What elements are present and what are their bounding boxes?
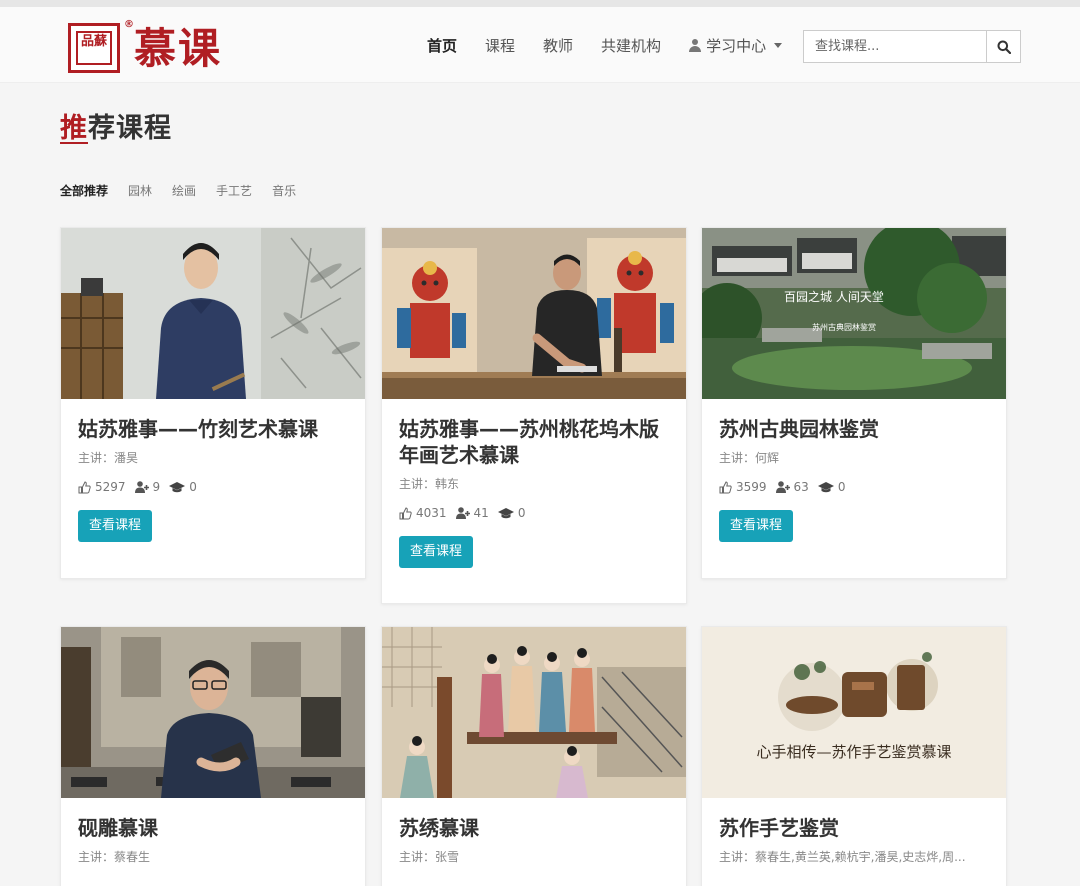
course-card[interactable]: 姑苏雅事——苏州桃花坞木版年画艺术慕课 主讲：韩东 4031 41 0 查看课程: [381, 227, 687, 604]
section-title-first-char: 推: [60, 113, 88, 144]
site-header: 品蘇 ® 慕课 首页 课程 教师 共建机构 学习中心: [0, 7, 1080, 83]
course-card[interactable]: 百园之城 人间天堂 苏州古典园林鉴赏 苏州古典园林鉴赏 主讲：何辉 3599 6…: [701, 227, 1007, 579]
site-logo[interactable]: 品蘇 ® 慕课: [68, 19, 228, 75]
logo-title: 慕课: [134, 24, 223, 73]
graduates-count: 0: [517, 506, 526, 520]
views-count: 3599: [736, 480, 767, 494]
students-stat: 41: [455, 506, 489, 520]
nav-teachers[interactable]: 教师: [543, 36, 573, 56]
course-title[interactable]: 姑苏雅事——竹刻艺术慕课: [61, 399, 365, 442]
user-icon: [689, 39, 702, 52]
course-title[interactable]: 姑苏雅事——苏州桃花坞木版年画艺术慕课: [382, 399, 686, 468]
search-input[interactable]: [804, 31, 986, 62]
views-count: 4031: [416, 506, 447, 520]
course-stats: 3599 63 0: [702, 466, 1006, 494]
course-card[interactable]: 心手相传—苏作手艺鉴赏慕课 苏作手艺鉴赏 主讲：蔡春生,黄兰英,赖杭宇,潘昊,史…: [701, 626, 1007, 886]
view-course-button[interactable]: 查看课程: [399, 536, 474, 568]
garden-image-text-1: 百园之城 人间天堂: [784, 290, 884, 304]
thumbs-up-icon: [78, 480, 91, 493]
course-card[interactable]: 姑苏雅事——竹刻艺术慕课 主讲：潘昊 5297 9 0 查看课程: [60, 227, 366, 579]
course-card[interactable]: 砚雕慕课 主讲：蔡春生: [60, 626, 366, 886]
nav-partners[interactable]: 共建机构: [601, 36, 661, 56]
course-teacher: 主讲：韩东: [399, 477, 460, 491]
students-count: 9: [152, 480, 161, 494]
graduates-stat: 0: [169, 480, 197, 494]
user-plus-icon: [455, 507, 470, 519]
course-teacher: 主讲：张雪: [399, 850, 460, 864]
course-title[interactable]: 苏绣慕课: [382, 798, 686, 841]
views-count: 5297: [95, 480, 126, 494]
nav-learning-center-dropdown[interactable]: 学习中心: [689, 35, 783, 56]
main-nav: 首页 课程 教师 共建机构 学习中心: [427, 35, 783, 56]
graduation-cap-icon: [497, 507, 514, 518]
logo-seal-text: 品蘇: [76, 31, 112, 65]
filter-painting[interactable]: 绘画: [172, 182, 196, 199]
students-count: 41: [473, 506, 489, 520]
graduation-cap-icon: [169, 481, 186, 492]
filter-handicraft[interactable]: 手工艺: [216, 182, 252, 199]
course-stats: 5297 9 0: [61, 466, 365, 494]
logo-registered-mark: ®: [124, 19, 134, 30]
course-thumbnail-woodblock[interactable]: [382, 228, 686, 399]
view-course-button[interactable]: 查看课程: [78, 510, 153, 542]
nav-home[interactable]: 首页: [427, 36, 457, 56]
user-plus-icon: [775, 481, 790, 493]
search-box: [803, 30, 1021, 63]
course-teacher: 主讲：蔡春生: [78, 850, 151, 864]
user-plus-icon: [134, 481, 149, 493]
section-title: 推荐课程: [60, 106, 172, 145]
course-thumbnail-classical-garden[interactable]: 百园之城 人间天堂 苏州古典园林鉴赏: [702, 228, 1006, 399]
filter-music[interactable]: 音乐: [272, 182, 296, 199]
course-title[interactable]: 苏作手艺鉴赏: [702, 798, 1006, 841]
filter-all[interactable]: 全部推荐: [60, 182, 108, 199]
thumbs-up-icon: [719, 480, 732, 493]
course-title[interactable]: 苏州古典园林鉴赏: [702, 399, 1006, 442]
section-title-rest: 荐课程: [88, 113, 172, 144]
view-course-button[interactable]: 查看课程: [719, 510, 794, 542]
graduates-stat: 0: [497, 506, 526, 520]
craft-image-text: 心手相传—苏作手艺鉴赏慕课: [756, 743, 951, 761]
students-count: 63: [793, 480, 809, 494]
course-stats: 4031 41 0: [382, 492, 686, 520]
students-stat: 9: [134, 480, 161, 494]
thumbs-up-icon: [399, 506, 412, 519]
graduates-count: 0: [189, 480, 197, 494]
course-teacher: 主讲：潘昊: [78, 451, 139, 465]
category-filters: 全部推荐 园林 绘画 手工艺 音乐: [60, 182, 316, 199]
graduates-count: 0: [837, 480, 846, 494]
views-stat: 5297: [78, 480, 126, 494]
course-card[interactable]: 苏绣慕课 主讲：张雪: [381, 626, 687, 886]
course-teacher: 主讲：蔡春生,黄兰英,赖杭宇,潘昊,史志烨,周...: [719, 850, 966, 864]
nav-courses[interactable]: 课程: [485, 36, 515, 56]
course-teacher: 主讲：何辉: [719, 451, 780, 465]
views-stat: 3599: [719, 480, 767, 494]
search-icon: [997, 40, 1011, 54]
course-thumbnail-suzhou-craft[interactable]: 心手相传—苏作手艺鉴赏慕课: [702, 627, 1006, 798]
top-strip: [0, 0, 1080, 7]
title-underline: [60, 142, 88, 144]
course-title[interactable]: 砚雕慕课: [61, 798, 365, 841]
views-stat: 4031: [399, 506, 447, 520]
course-thumbnail-bamboo-carving[interactable]: [61, 228, 365, 399]
caret-down-icon: [774, 43, 783, 48]
graduation-cap-icon: [817, 481, 834, 492]
course-thumbnail-inkstone-carving[interactable]: [61, 627, 365, 798]
students-stat: 63: [775, 480, 809, 494]
course-thumbnail-su-embroidery[interactable]: [382, 627, 686, 798]
graduates-stat: 0: [817, 480, 846, 494]
filter-garden[interactable]: 园林: [128, 182, 152, 199]
search-button[interactable]: [986, 31, 1020, 62]
nav-learning-center-label: 学习中心: [706, 37, 767, 55]
garden-image-text-2: 苏州古典园林鉴赏: [812, 322, 876, 332]
logo-seal: 品蘇: [68, 23, 120, 73]
